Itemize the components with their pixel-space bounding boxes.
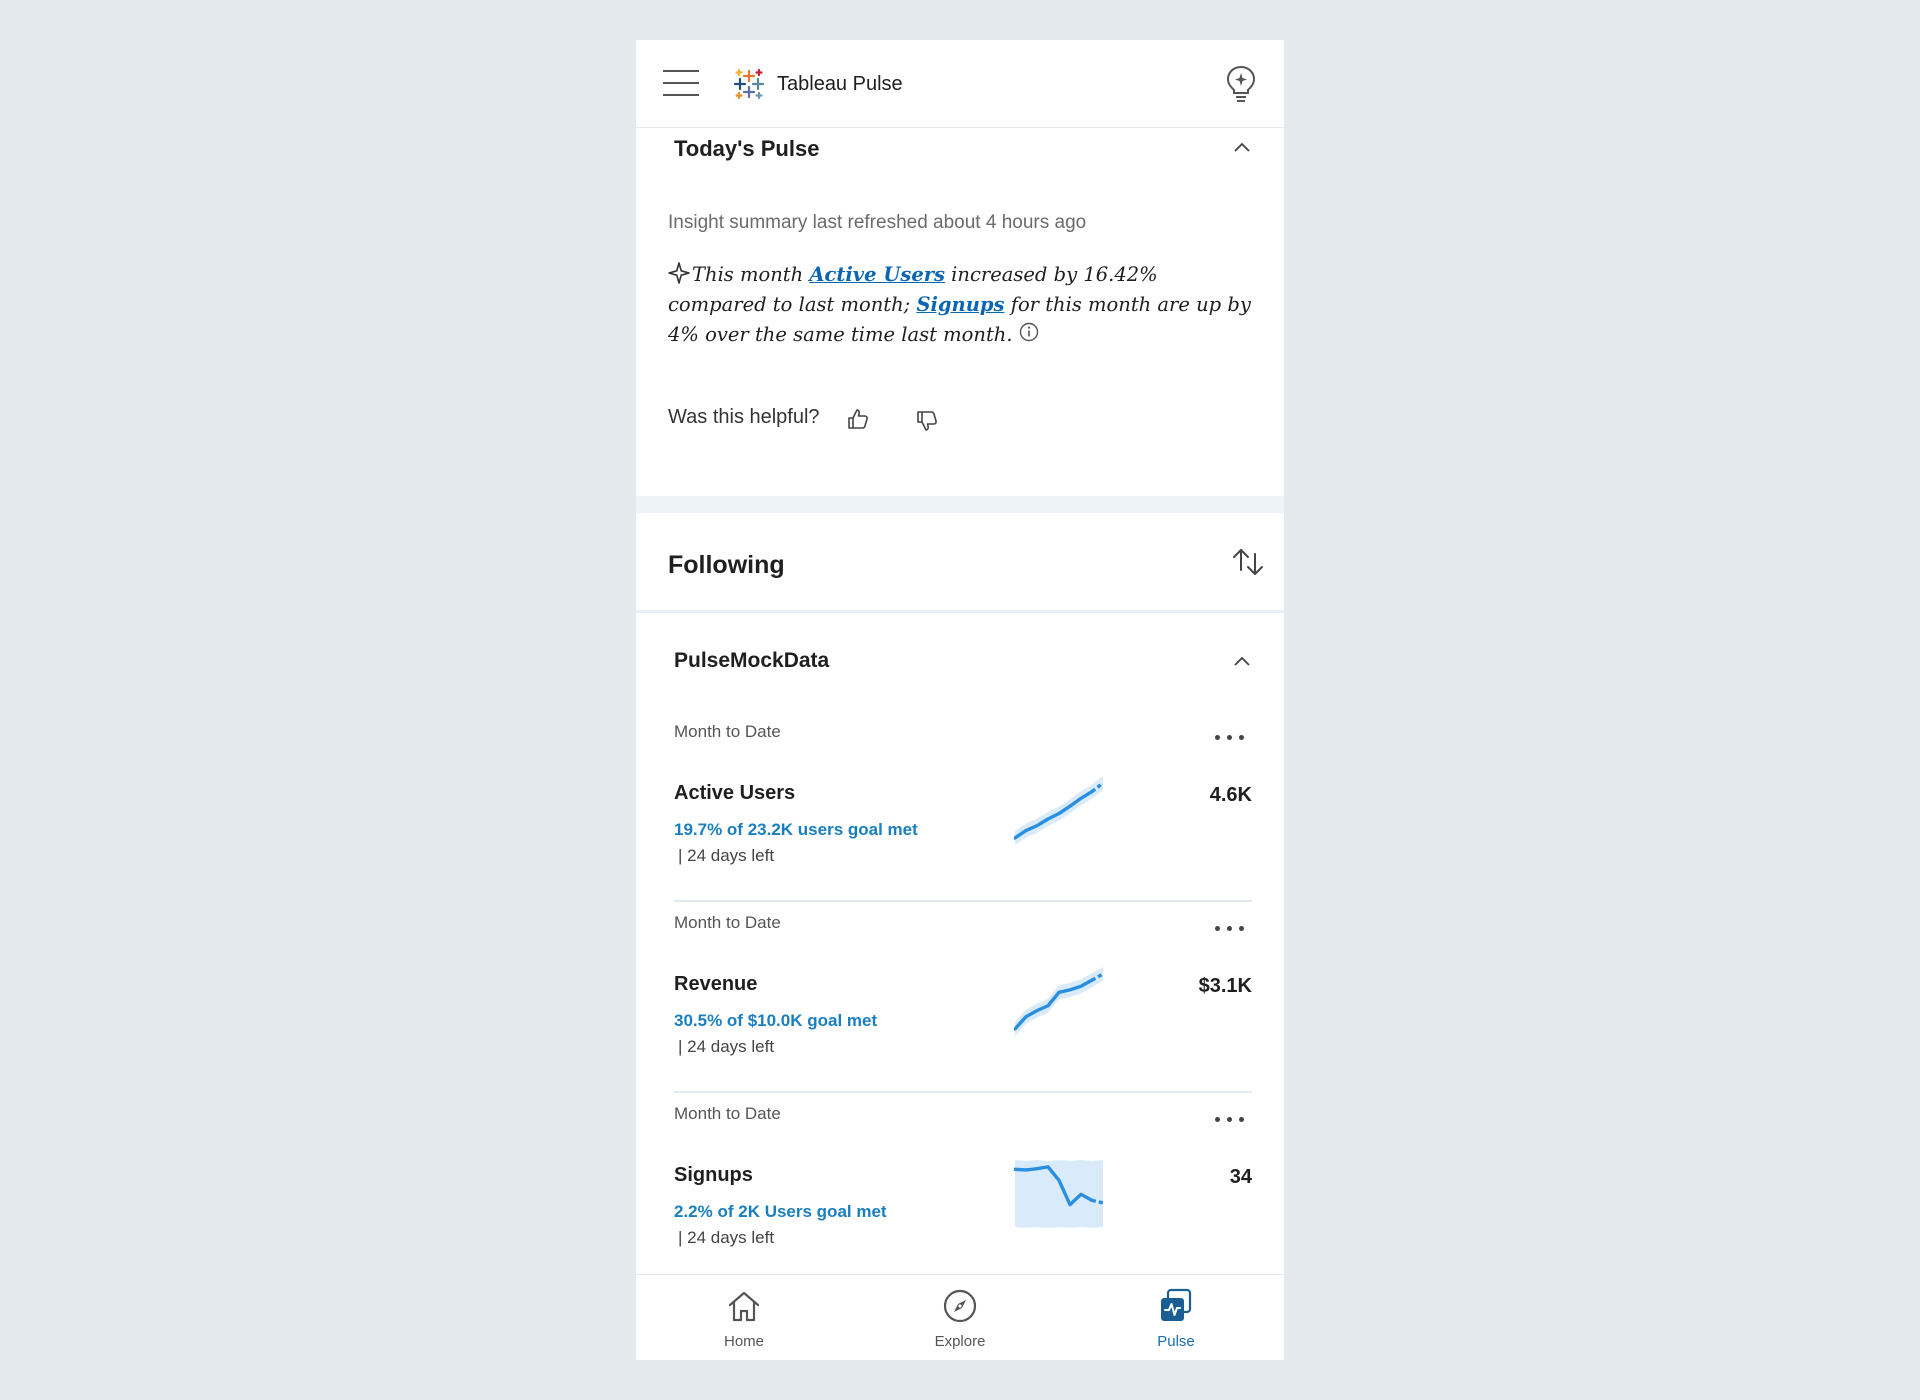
metric-days-left: | 24 days left: [678, 1228, 775, 1247]
metric-value: 34: [1229, 1166, 1252, 1188]
bottom-navigation: Home Explore Pulse: [636, 1274, 1284, 1360]
hamburger-menu-icon[interactable]: [663, 68, 699, 98]
todays-pulse-title: Today's Pulse: [674, 136, 820, 161]
sparkline-line: [1014, 789, 1094, 840]
app-header: Tableau Pulse: [636, 40, 1284, 128]
metric-goal-link[interactable]: 19.7% of 23.2K users goal met: [674, 820, 918, 840]
sparkline-range-band: [1015, 776, 1103, 845]
signups-link[interactable]: Signups: [916, 293, 1004, 316]
lightbulb-sparkle-icon[interactable]: [1223, 63, 1259, 103]
metric-sparkline: [1014, 967, 1104, 1036]
refresh-status-text: Insight summary last refreshed about 4 h…: [668, 212, 1087, 233]
following-divider: [636, 610, 1284, 613]
metric-value: $3.1K: [1198, 975, 1252, 997]
metric-period: Month to Date: [674, 913, 781, 932]
compass-icon: [943, 1289, 977, 1323]
active-users-link[interactable]: Active Users: [809, 263, 945, 286]
home-icon: [728, 1291, 760, 1322]
metric-card-signups[interactable]: Month to Date Signups 2.2% of 2K Users g…: [674, 1092, 1252, 1283]
metric-card-active-users[interactable]: Month to Date Active Users 19.7% of 23.2…: [674, 710, 1252, 902]
nav-explore-label: Explore: [934, 1333, 986, 1350]
metric-name: Active Users: [674, 782, 796, 804]
helpful-prompt: Was this helpful?: [668, 406, 820, 428]
more-options-icon[interactable]: [1212, 1112, 1248, 1126]
app-screen: Tableau Pulse Today's Pulse Insight summ…: [636, 40, 1284, 1360]
more-options-icon[interactable]: [1212, 921, 1248, 935]
metric-name: Signups: [674, 1164, 753, 1186]
tableau-logo-icon: [733, 68, 765, 100]
metric-value: 4.6K: [1209, 784, 1252, 806]
chevron-up-icon[interactable]: [1232, 140, 1252, 154]
nav-pulse[interactable]: Pulse: [1068, 1275, 1284, 1360]
metric-period: Month to Date: [674, 722, 781, 741]
metric-period: Month to Date: [674, 1104, 781, 1123]
group-title: PulseMockData: [674, 649, 830, 672]
insight-summary: This month Active Users increased by 16.…: [668, 260, 1258, 350]
sort-icon[interactable]: [1230, 546, 1266, 578]
metric-card-revenue[interactable]: Month to Date Revenue 30.5% of $10.0K go…: [674, 901, 1252, 1093]
metric-days-left: | 24 days left: [678, 846, 775, 865]
nav-explore[interactable]: Explore: [852, 1275, 1068, 1360]
nav-home-label: Home: [723, 1333, 764, 1350]
metric-goal-link[interactable]: 2.2% of 2K Users goal met: [674, 1202, 887, 1222]
app-title: Tableau Pulse: [777, 73, 903, 95]
metric-goal-link[interactable]: 30.5% of $10.0K goal met: [674, 1011, 877, 1031]
chevron-up-icon[interactable]: [1232, 654, 1252, 668]
pulse-icon: [1161, 1288, 1192, 1321]
more-options-icon[interactable]: [1212, 730, 1248, 744]
thumbs-down-icon[interactable]: [916, 410, 938, 432]
sparkle-icon: [668, 262, 690, 284]
thumbs-up-icon[interactable]: [847, 408, 869, 430]
nav-home[interactable]: Home: [636, 1275, 852, 1360]
metric-days-left: | 24 days left: [678, 1037, 775, 1056]
summary-text-1: This month: [692, 263, 810, 286]
metric-name: Revenue: [674, 973, 758, 995]
metric-sparkline: [1014, 1160, 1104, 1228]
section-separator: [636, 496, 1284, 513]
following-title: Following: [668, 551, 785, 579]
info-icon[interactable]: [1019, 322, 1039, 342]
sparkline-range-band: [1015, 967, 1103, 1036]
nav-pulse-label: Pulse: [1157, 1333, 1195, 1350]
metric-sparkline: [1014, 776, 1105, 845]
